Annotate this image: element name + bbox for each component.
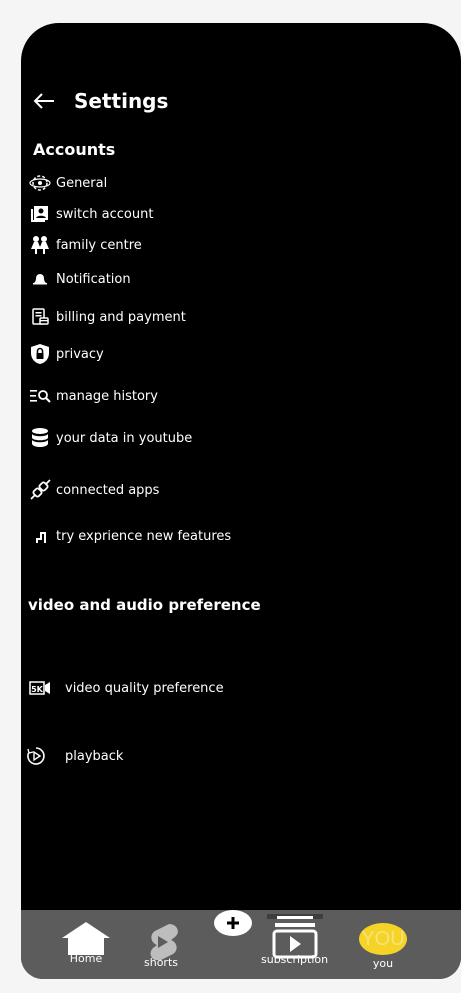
avatar: YOU bbox=[359, 923, 407, 955]
settings-item-video-quality[interactable]: 5K video quality preference bbox=[28, 678, 224, 698]
header: Settings bbox=[31, 87, 168, 115]
settings-item-label: Notification bbox=[56, 271, 131, 287]
settings-item-manage-history[interactable]: manage history bbox=[28, 386, 158, 406]
settings-item-label: General bbox=[56, 175, 108, 191]
create-button[interactable] bbox=[214, 910, 252, 936]
settings-item-label: manage history bbox=[56, 388, 158, 404]
settings-item-label: try exprience new features bbox=[56, 528, 232, 544]
plus-icon bbox=[227, 917, 239, 929]
settings-item-general[interactable]: General bbox=[28, 173, 107, 193]
steps-icon bbox=[28, 526, 52, 546]
nav-label: shorts bbox=[144, 956, 178, 969]
gear-eye-icon bbox=[28, 173, 52, 193]
accounts-heading: Accounts bbox=[33, 140, 116, 159]
settings-item-label: connected apps bbox=[56, 482, 160, 498]
settings-item-connected-apps[interactable]: connected apps bbox=[28, 478, 159, 502]
nav-label: you bbox=[372, 957, 394, 970]
page-title: Settings bbox=[74, 89, 169, 113]
plug-icon bbox=[28, 478, 52, 502]
family-icon bbox=[28, 235, 52, 255]
settings-item-notification[interactable]: Notification bbox=[28, 269, 131, 289]
settings-item-label: billing and payment bbox=[56, 309, 186, 325]
settings-item-label: your data in youtube bbox=[56, 430, 193, 446]
privacy-shield-icon bbox=[28, 344, 52, 364]
settings-item-label: privacy bbox=[56, 346, 104, 362]
nav-shorts[interactable]: shorts bbox=[141, 922, 181, 969]
database-icon bbox=[28, 428, 52, 448]
hd-video-icon: 5K bbox=[28, 678, 52, 698]
settings-item-your-data[interactable]: your data in youtube bbox=[28, 428, 192, 448]
home-icon bbox=[62, 922, 110, 955]
settings-item-label: switch account bbox=[56, 206, 154, 222]
settings-item-privacy[interactable]: privacy bbox=[28, 344, 104, 364]
nav-home[interactable]: Home bbox=[61, 920, 111, 965]
settings-item-switch-account[interactable]: switch account bbox=[28, 204, 153, 224]
settings-item-billing[interactable]: billing and payment bbox=[28, 307, 186, 327]
nav-label: subscription bbox=[261, 953, 329, 966]
nav-subscription[interactable]: subscription bbox=[261, 914, 328, 966]
settings-item-label: video quality preference bbox=[65, 680, 224, 696]
nav-label: Home bbox=[69, 952, 103, 965]
settings-screen: Settings Accounts General switch account… bbox=[21, 23, 461, 979]
settings-item-playback[interactable]: playback bbox=[24, 746, 123, 766]
shorts-icon bbox=[150, 924, 178, 960]
nav-you[interactable]: YOU you bbox=[359, 923, 407, 970]
billing-icon bbox=[28, 307, 52, 327]
bottom-nav: Home shorts subscription YOU you bbox=[21, 910, 461, 979]
arrow-left-icon bbox=[33, 93, 54, 109]
switch-account-icon bbox=[28, 204, 52, 224]
settings-item-new-features[interactable]: try exprience new features bbox=[28, 526, 231, 546]
settings-item-label: family centre bbox=[56, 237, 142, 253]
svg-text:5K: 5K bbox=[31, 685, 44, 694]
settings-item-label: playback bbox=[65, 748, 124, 764]
avatar-text: YOU bbox=[361, 927, 405, 950]
history-search-icon bbox=[28, 386, 52, 406]
settings-item-family-centre[interactable]: family centre bbox=[28, 235, 142, 255]
bell-icon bbox=[28, 269, 52, 289]
video-audio-heading: video and audio preference bbox=[28, 596, 261, 614]
playback-icon bbox=[24, 746, 48, 766]
back-button[interactable] bbox=[31, 91, 57, 111]
